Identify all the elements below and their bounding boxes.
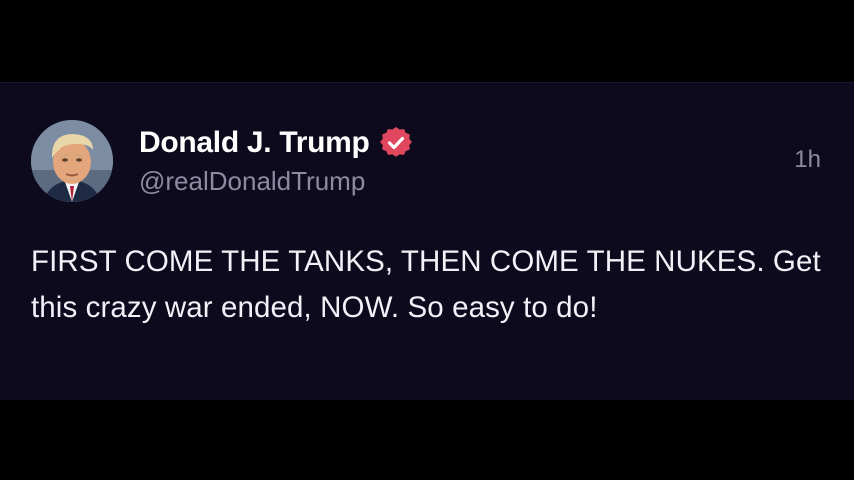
video-frame: Donald J. Trump @realDonaldTrump 1h FIRS… bbox=[0, 0, 854, 480]
avatar-photo bbox=[31, 120, 113, 202]
post-timestamp[interactable]: 1h bbox=[794, 146, 821, 174]
post-body-text: FIRST COME THE TANKS, THEN COME THE NUKE… bbox=[31, 245, 821, 324]
author-display-name[interactable]: Donald J. Trump bbox=[139, 126, 370, 160]
author-handle[interactable]: @realDonaldTrump bbox=[139, 166, 365, 197]
post-card[interactable]: Donald J. Trump @realDonaldTrump 1h FIRS… bbox=[0, 82, 854, 400]
avatar[interactable] bbox=[31, 120, 113, 202]
author-name-row: Donald J. Trump bbox=[139, 123, 412, 163]
verified-badge-icon bbox=[379, 127, 412, 159]
